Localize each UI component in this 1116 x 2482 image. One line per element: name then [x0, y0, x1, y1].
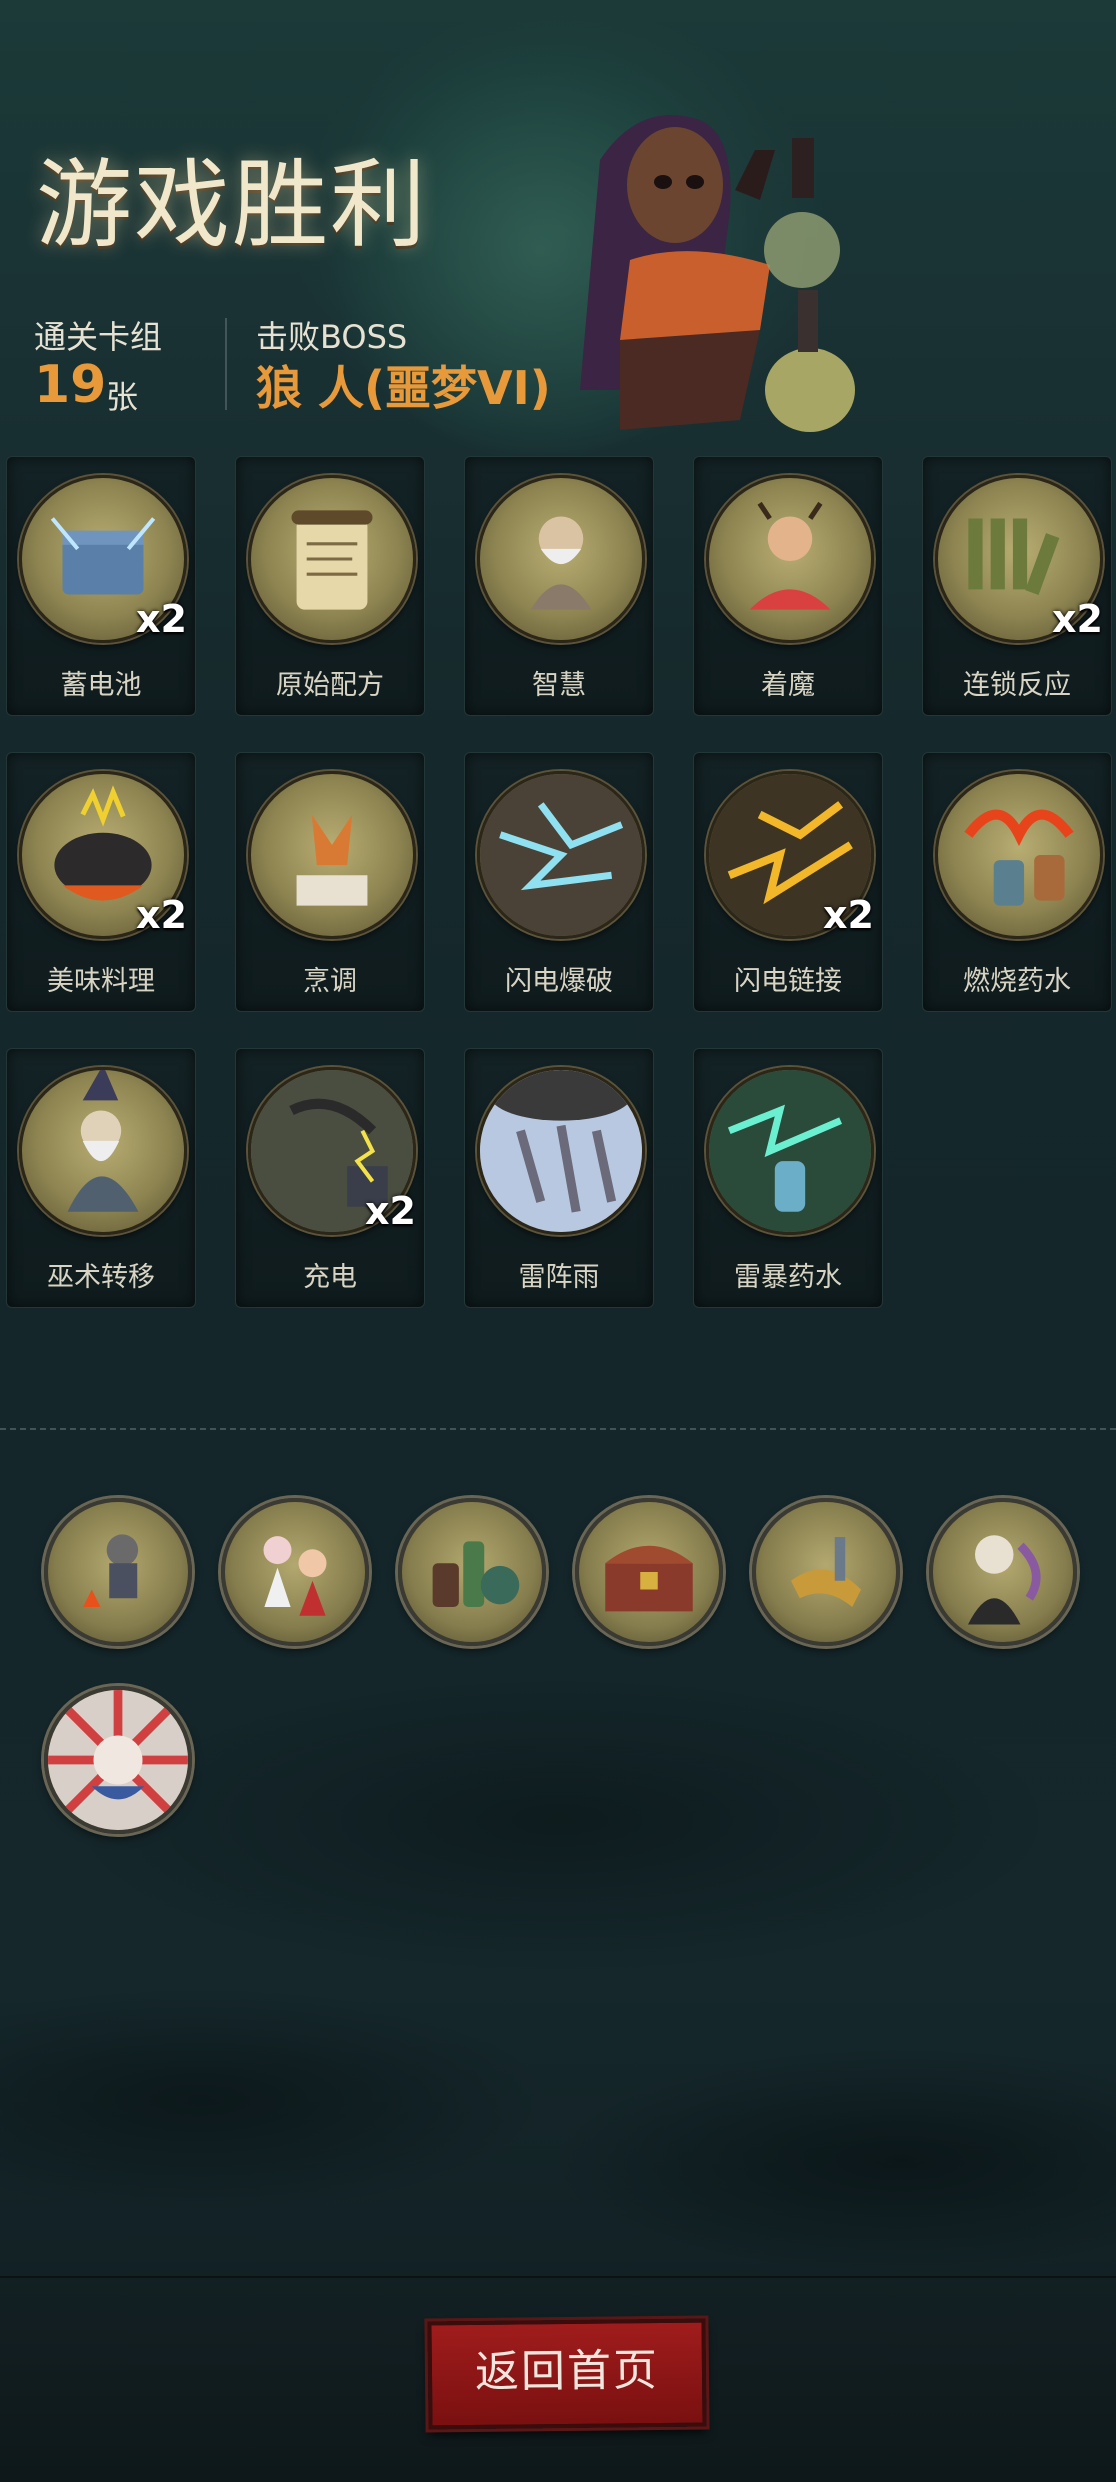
- deck-card[interactable]: x2 蓄电池: [6, 456, 196, 716]
- card-count-badge: x2: [136, 597, 187, 641]
- return-home-button[interactable]: 返回首页: [427, 2318, 707, 2430]
- card-count-badge: x2: [1052, 597, 1103, 641]
- section-divider: [0, 1428, 1116, 1430]
- deck-card[interactable]: 雷阵雨: [464, 1048, 654, 1308]
- cleared-deck-label: 通关卡组: [34, 318, 163, 356]
- cleared-deck-unit: 张: [106, 378, 139, 416]
- possessed-icon: [706, 475, 874, 643]
- card-name: 充电: [303, 1262, 357, 1293]
- treasure-chest-icon[interactable]: [575, 1498, 723, 1646]
- scroll-icon: [248, 475, 416, 643]
- card-count-badge: x2: [136, 893, 187, 937]
- fox-chef-icon: [248, 771, 416, 939]
- deck-card[interactable]: 雷暴药水: [693, 1048, 883, 1308]
- card-name: 巫术转移: [47, 1262, 155, 1293]
- card-count-badge: x2: [823, 893, 874, 937]
- card-name: 智慧: [532, 670, 586, 701]
- storm-potion-icon: [706, 1067, 874, 1235]
- header-divider: [225, 318, 227, 410]
- deck-card[interactable]: x2 连锁反应: [922, 456, 1112, 716]
- dancing-girls-icon[interactable]: [221, 1498, 369, 1646]
- thunderstorm-icon: [477, 1067, 645, 1235]
- card-count-badge: x2: [365, 1189, 416, 1233]
- card-name: 雷阵雨: [518, 1262, 600, 1293]
- cleared-deck-count: 19: [34, 355, 107, 415]
- victory-title: 游戏胜利: [36, 149, 428, 261]
- card-name: 着魔: [761, 670, 815, 701]
- campfire-knight-icon[interactable]: [44, 1498, 192, 1646]
- sage-icon: [477, 475, 645, 643]
- alchemist-hero-illustration: [580, 115, 855, 432]
- card-name: 原始配方: [276, 670, 384, 701]
- burning-potion-icon: [935, 771, 1103, 939]
- deck-card[interactable]: 智慧: [464, 456, 654, 716]
- card-name: 雷暴药水: [734, 1262, 842, 1293]
- card-name: 闪电爆破: [505, 966, 613, 997]
- deck-card[interactable]: 原始配方: [235, 456, 425, 716]
- card-name: 烹调: [303, 966, 357, 997]
- vampire-icon[interactable]: [929, 1498, 1077, 1646]
- deck-card[interactable]: 烹调: [235, 752, 425, 1012]
- lightning-blast-icon: [477, 771, 645, 939]
- boss-name: 狼 人(噩梦VI): [256, 361, 551, 415]
- deck-card[interactable]: x2 美味料理: [6, 752, 196, 1012]
- card-name: 美味料理: [47, 966, 155, 997]
- deck-card[interactable]: x2 闪电链接: [693, 752, 883, 1012]
- card-name: 连锁反应: [963, 670, 1071, 701]
- card-name: 闪电链接: [734, 966, 842, 997]
- potion-bottles-icon[interactable]: [398, 1498, 546, 1646]
- jester-rabbit-icon[interactable]: [44, 1686, 192, 1834]
- deck-card[interactable]: 巫术转移: [6, 1048, 196, 1308]
- horn-icon[interactable]: [752, 1498, 900, 1646]
- wizard-icon: [19, 1067, 187, 1235]
- card-name: 燃烧药水: [963, 966, 1071, 997]
- deck-card[interactable]: 燃烧药水: [922, 752, 1112, 1012]
- deck-card[interactable]: x2 充电: [235, 1048, 425, 1308]
- deck-card[interactable]: 闪电爆破: [464, 752, 654, 1012]
- deck-card[interactable]: 着魔: [693, 456, 883, 716]
- card-name: 蓄电池: [60, 670, 142, 701]
